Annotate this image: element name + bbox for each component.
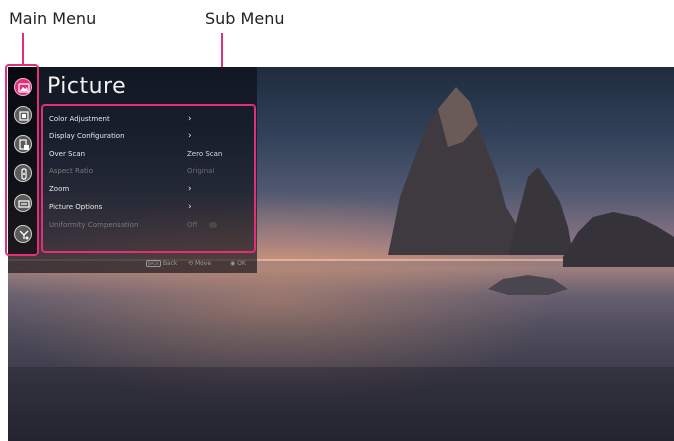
back-hint: BACK Back [146, 260, 177, 267]
move-hint: ⟲ Move [188, 260, 211, 267]
main-menu-highlight-frame [5, 64, 39, 256]
sub-menu-highlight-frame [41, 104, 256, 253]
move-hint-label: Move [194, 260, 212, 267]
main-menu-callout-label: Main Menu [9, 9, 97, 28]
ok-hint-label: OK [237, 260, 246, 267]
back-hint-label: Back [162, 260, 178, 267]
sub-menu-callout-label: Sub Menu [205, 9, 285, 28]
ok-hint: ◉ OK [230, 260, 246, 267]
main-menu-callout-line [22, 33, 24, 65]
back-key-icon: BACK [146, 260, 161, 267]
move-icon: ⟲ [188, 260, 195, 267]
panel-title: Picture [47, 74, 127, 99]
